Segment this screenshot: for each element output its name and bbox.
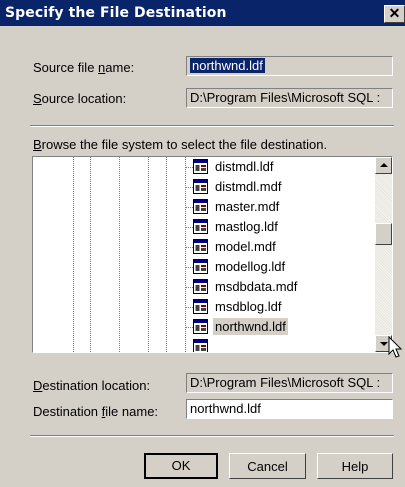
destination-location-field: D:\Program Files\Microsoft SQL :	[186, 373, 393, 393]
tree-guide-line	[73, 157, 74, 352]
tree-connector-line	[185, 187, 193, 188]
tree-connector-line	[185, 207, 193, 208]
separator-top	[30, 125, 394, 127]
tree-guide-line	[166, 157, 167, 352]
sql-file-icon	[193, 179, 208, 194]
mouse-cursor-icon	[388, 336, 403, 358]
file-tree-view[interactable]: distmdl.ldf distmdl.mdf master.mdf mastlog.…	[32, 156, 393, 353]
sql-file-icon	[193, 239, 208, 254]
sql-file-icon	[193, 259, 208, 274]
tree-guide-line	[148, 157, 149, 352]
tree-item-label: master.mdf	[215, 199, 280, 214]
source-location-field: D:\Program Files\Microsoft SQL :	[186, 88, 393, 108]
ok-button[interactable]: OK	[144, 453, 218, 479]
tree-connector-line	[185, 267, 193, 268]
destination-file-name-input[interactable]: northwnd.ldf	[186, 399, 393, 419]
sql-file-icon	[193, 319, 208, 334]
browse-label: Browse the file system to select the fil…	[33, 137, 328, 152]
tree-connector-line	[185, 287, 193, 288]
sql-file-icon	[193, 159, 208, 174]
sql-file-icon	[193, 299, 208, 314]
tree-item-label: model.mdf	[215, 239, 276, 254]
scroll-up-button[interactable]	[375, 157, 392, 174]
source-file-name-value: northwnd.ldf	[190, 58, 265, 73]
source-file-name-field: northwnd.ldf	[186, 56, 393, 76]
tree-scrollbar[interactable]	[375, 157, 392, 352]
separator-bottom	[30, 435, 394, 437]
tree-item-label: msdbdata.mdf	[215, 279, 298, 294]
tree-item-label: northwnd.ldf	[213, 318, 288, 335]
sql-file-icon	[193, 219, 208, 234]
arrow-down-icon	[380, 342, 388, 346]
tree-connector-line	[185, 247, 193, 248]
sql-file-icon	[193, 199, 208, 214]
scroll-thumb[interactable]	[375, 223, 392, 245]
tree-item-label: msdblog.ldf	[215, 299, 282, 314]
tree-connector-line	[185, 307, 193, 308]
tree-item-label: modellog.ldf	[215, 259, 286, 274]
close-icon: ✕	[388, 5, 401, 21]
destination-location-label: Destination location:	[33, 378, 151, 393]
tree-connector-line	[185, 227, 193, 228]
cancel-button[interactable]: Cancel	[229, 453, 306, 479]
tree-item-label: distmdl.ldf	[215, 159, 274, 174]
sql-file-icon	[193, 339, 208, 352]
file-destination-dialog: Specify the File Destination ✕ Source fi…	[0, 0, 405, 487]
tree-connector-line	[185, 167, 193, 168]
tree-item-label: distmdl.mdf	[215, 179, 282, 194]
dialog-title: Specify the File Destination	[5, 5, 227, 21]
tree-connector-line	[185, 327, 193, 328]
title-bar[interactable]: Specify the File Destination ✕	[0, 0, 405, 26]
source-file-name-label: Source file name:	[33, 60, 135, 75]
sql-file-icon	[193, 279, 208, 294]
tree-guide-line	[90, 157, 91, 352]
help-button[interactable]: Help	[317, 453, 393, 479]
source-location-label: Source location:	[33, 91, 127, 106]
tree-item-label: mastlog.ldf	[215, 219, 278, 234]
arrow-up-icon	[380, 163, 388, 167]
tree-guide-line	[119, 157, 120, 352]
close-button[interactable]: ✕	[384, 5, 405, 23]
destination-file-name-label: Destination file name:	[33, 404, 159, 419]
